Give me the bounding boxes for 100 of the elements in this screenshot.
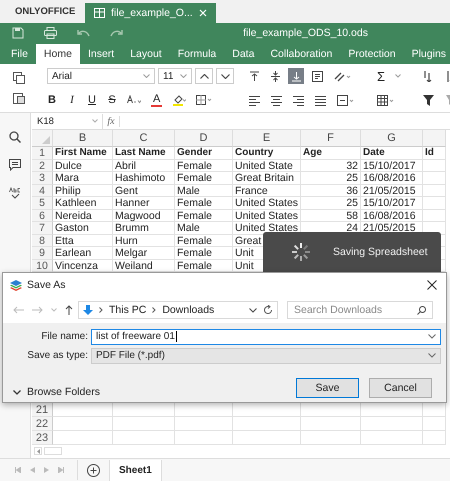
table-cell: Philip bbox=[55, 184, 81, 196]
row-number[interactable]: 8 bbox=[32, 234, 53, 247]
column-header[interactable]: B bbox=[53, 130, 113, 147]
row-number[interactable]: 5 bbox=[32, 197, 53, 210]
table-cell: 16/08/2016 bbox=[363, 210, 416, 222]
menu-tab[interactable]: Plugins bbox=[404, 44, 450, 64]
menu-tab[interactable]: Data bbox=[224, 44, 262, 64]
browse-folders-toggle[interactable]: Browse Folders bbox=[13, 386, 100, 398]
path-segment[interactable]: This PC bbox=[109, 304, 146, 316]
sum-button[interactable]: Σ bbox=[377, 68, 386, 84]
menu-tab[interactable]: Layout bbox=[122, 44, 170, 64]
row-number[interactable]: 1 bbox=[32, 147, 53, 160]
table-cell: Male bbox=[177, 222, 200, 234]
table-cell: Hanner bbox=[115, 197, 150, 209]
menu-tab[interactable]: Collaboration bbox=[262, 44, 340, 64]
row-number[interactable]: 21 bbox=[32, 403, 53, 417]
header-cell: Last Name bbox=[115, 147, 166, 158]
table-cell: Kathleen bbox=[55, 197, 96, 209]
row-number[interactable]: 9 bbox=[32, 247, 53, 260]
table-cell: Unit bbox=[235, 260, 254, 272]
row-number[interactable]: 10 bbox=[32, 260, 53, 272]
brand-name: ONLYOFFICE bbox=[15, 6, 76, 16]
table-cell: Dulce bbox=[55, 160, 82, 172]
table-cell: Female bbox=[177, 234, 212, 246]
table-cell: 58 bbox=[346, 210, 358, 222]
column-header[interactable]: E bbox=[233, 130, 301, 147]
table-cell: Female bbox=[177, 172, 212, 184]
table-cell: Great Britain bbox=[235, 172, 294, 184]
save-button[interactable]: Save bbox=[296, 378, 359, 398]
function-button[interactable]: fx bbox=[103, 116, 120, 126]
menu-tab[interactable]: Formula bbox=[170, 44, 224, 64]
menu-tab[interactable]: Home bbox=[36, 44, 80, 64]
table-cell: Brumm bbox=[115, 222, 149, 234]
table-cell: 16/08/2016 bbox=[363, 172, 416, 184]
table-cell: Melgar bbox=[115, 247, 148, 259]
address-bar[interactable]: This PC Downloads bbox=[78, 301, 278, 319]
header-cell: Date bbox=[363, 147, 385, 158]
field-label: File name: bbox=[40, 331, 89, 342]
file-type-dropdown[interactable]: PDF File (*.pdf) bbox=[91, 348, 441, 364]
table-cell: 25 bbox=[346, 197, 358, 209]
row-number[interactable]: 22 bbox=[32, 417, 53, 431]
column-header[interactable]: D bbox=[175, 130, 233, 147]
table-cell: Female bbox=[177, 247, 212, 259]
cell-name-field[interactable]: K18 bbox=[33, 114, 103, 128]
column-header[interactable]: G bbox=[361, 130, 423, 147]
table-cell: Etta bbox=[55, 234, 74, 246]
field-label: Save as type: bbox=[26, 350, 89, 361]
table-cell: United States bbox=[235, 222, 298, 234]
text-style-button[interactable]: I bbox=[67, 94, 77, 106]
table-cell: France bbox=[235, 184, 268, 196]
row-number[interactable]: 6 bbox=[32, 210, 53, 222]
header-cell: Country bbox=[235, 147, 274, 158]
table-cell: 15/10/2017 bbox=[363, 160, 416, 172]
row-number[interactable]: 3 bbox=[32, 172, 53, 184]
row-number[interactable]: 2 bbox=[32, 160, 53, 172]
search-field[interactable]: Search Downloads bbox=[287, 301, 433, 319]
table-cell: United States bbox=[235, 210, 298, 222]
header-cell: Id bbox=[425, 147, 434, 158]
table-cell: Nereida bbox=[55, 210, 92, 222]
table-cell: Female bbox=[177, 160, 212, 172]
font-size-field[interactable]: 11 bbox=[158, 68, 192, 84]
file-name: file_example_ODS_10.ods bbox=[243, 27, 368, 39]
table-cell: Female bbox=[177, 197, 212, 209]
header-cell: Gender bbox=[177, 147, 212, 158]
table-cell: 15/10/2017 bbox=[363, 197, 416, 209]
column-header[interactable]: C bbox=[113, 130, 175, 147]
font-color-button[interactable]: A bbox=[151, 94, 162, 106]
row-number[interactable]: 4 bbox=[32, 184, 53, 197]
table-cell: Unit bbox=[235, 247, 254, 259]
table-cell: Weiland bbox=[115, 260, 153, 272]
menu-tab[interactable]: Insert bbox=[80, 44, 122, 64]
text-style-button[interactable]: S bbox=[107, 94, 117, 106]
table-cell: 32 bbox=[346, 160, 358, 172]
text-style-button[interactable]: B bbox=[47, 94, 57, 106]
table-cell: Female bbox=[177, 210, 212, 222]
table-cell: Abril bbox=[115, 160, 136, 172]
header-cell: Age bbox=[303, 147, 322, 158]
sheet-tab[interactable]: Sheet1 bbox=[109, 460, 162, 480]
text-style-button[interactable]: U bbox=[87, 94, 97, 106]
row-number[interactable]: 23 bbox=[32, 431, 53, 445]
saving-message: Saving Spreadsheet bbox=[333, 245, 428, 260]
header-cell: First Name bbox=[55, 147, 107, 158]
path-segment[interactable]: Downloads bbox=[162, 304, 214, 316]
cancel-button[interactable]: Cancel bbox=[369, 378, 432, 398]
table-cell: 24 bbox=[346, 222, 358, 234]
table-cell: Magwood bbox=[115, 210, 161, 222]
column-header[interactable]: F bbox=[301, 130, 361, 147]
menu-tab[interactable]: Protection bbox=[340, 44, 404, 64]
table-cell: Vincenza bbox=[55, 260, 98, 272]
document-tab[interactable]: file_example_O... bbox=[85, 3, 216, 23]
table-cell: United State bbox=[235, 160, 293, 172]
row-number[interactable]: 7 bbox=[32, 222, 53, 234]
table-cell: Earlean bbox=[55, 247, 92, 259]
table-cell: 21/05/2015 bbox=[363, 184, 416, 196]
font-field[interactable]: Arial bbox=[47, 68, 155, 84]
file-name-field[interactable]: list of freeware 01 bbox=[91, 328, 441, 344]
table-cell: 25 bbox=[346, 172, 358, 184]
menu-tab[interactable]: File bbox=[3, 44, 36, 64]
dialog-title: Save As bbox=[27, 279, 66, 291]
table-cell: Female bbox=[177, 260, 212, 272]
